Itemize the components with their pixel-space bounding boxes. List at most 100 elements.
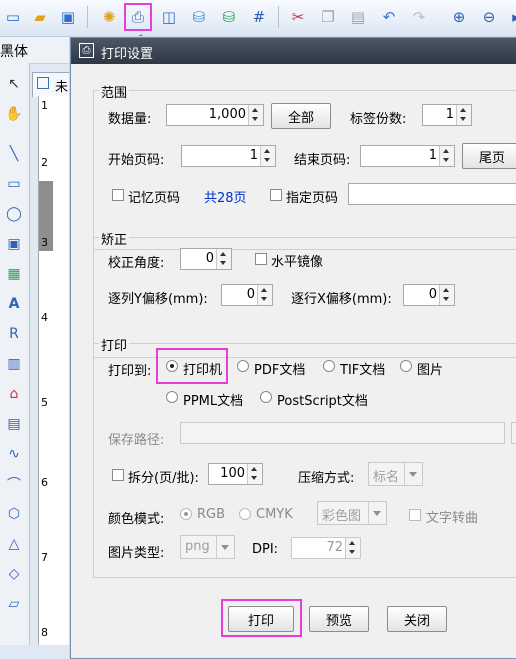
last-page-button[interactable]: 尾页 bbox=[462, 143, 516, 169]
database-icon[interactable]: ⛁ bbox=[188, 6, 210, 28]
redo-icon[interactable]: ↷ bbox=[408, 6, 430, 28]
triangle-icon[interactable]: △ bbox=[3, 533, 25, 555]
fit-icon[interactable]: ▸ bbox=[505, 6, 516, 28]
open-icon[interactable]: ▰ bbox=[29, 6, 51, 28]
new-icon[interactable]: ▭ bbox=[2, 6, 24, 28]
picture-icon[interactable]: ▦ bbox=[3, 263, 25, 285]
angle-input[interactable]: 0 bbox=[180, 248, 232, 270]
compress-select[interactable]: 标名 bbox=[368, 462, 423, 486]
image-icon[interactable]: ▣ bbox=[3, 233, 25, 255]
browse-path-button[interactable] bbox=[511, 422, 516, 444]
copy-icon[interactable]: ❐ bbox=[317, 6, 339, 28]
close-button[interactable]: 关闭 bbox=[387, 606, 447, 632]
arc-icon[interactable]: ⌒ bbox=[3, 473, 25, 495]
tool-column: ↖ ✋ ╲ ▭ ◯ ▣ ▦ A R ▥ ⌂ ▤ ∿ ⌒ ⬡ △ ◇ ▱ bbox=[0, 63, 30, 645]
qrcode-icon[interactable]: ⌂ bbox=[3, 383, 25, 405]
dialog-title: 打印设置 bbox=[101, 47, 154, 62]
data-refresh-icon[interactable]: ⛁ bbox=[218, 6, 240, 28]
spinner-arrows-icon[interactable] bbox=[260, 146, 275, 166]
spinner-arrows-icon[interactable] bbox=[257, 285, 272, 305]
cut-icon[interactable]: ✂ bbox=[287, 6, 309, 28]
line-icon[interactable]: ╲ bbox=[3, 143, 25, 165]
dialog-title-bar[interactable]: ⎙ 打印设置 bbox=[71, 38, 516, 64]
image-radio[interactable] bbox=[400, 360, 412, 372]
specify-page-checkbox[interactable] bbox=[270, 189, 282, 201]
end-page-input[interactable]: 1 bbox=[360, 145, 455, 167]
chevron-down-icon bbox=[216, 536, 234, 558]
select-icon[interactable]: ↖ bbox=[3, 73, 25, 95]
curve-icon[interactable]: ∿ bbox=[3, 443, 25, 465]
rectangle-icon[interactable]: ▭ bbox=[3, 173, 25, 195]
save-path-input[interactable] bbox=[180, 422, 505, 444]
copies-input[interactable]: 1 bbox=[422, 104, 472, 126]
start-page-label: 开始页码: bbox=[108, 153, 165, 168]
remember-page-checkbox[interactable] bbox=[112, 189, 124, 201]
paste-icon[interactable]: ▤ bbox=[347, 6, 369, 28]
spinner-arrows-icon[interactable] bbox=[439, 146, 454, 166]
spinner-arrows-icon[interactable] bbox=[216, 249, 231, 269]
all-button[interactable]: 全部 bbox=[271, 103, 331, 129]
settings-icon[interactable]: ✺ bbox=[98, 6, 120, 28]
print-preview-icon[interactable]: ◫ bbox=[158, 6, 180, 28]
split-value: 100 bbox=[220, 466, 245, 481]
copies-label: 标签份数: bbox=[350, 112, 407, 127]
preview-button[interactable]: 预览 bbox=[309, 606, 369, 632]
save-path-label: 保存路径: bbox=[108, 433, 165, 448]
color-mode-label: 颜色模式: bbox=[108, 512, 165, 527]
printer-radio[interactable] bbox=[166, 360, 178, 372]
ruler-label: 7 bbox=[41, 551, 48, 564]
specify-page-input[interactable] bbox=[348, 183, 516, 205]
row-offset-label: 逐行X偏移(mm): bbox=[291, 292, 392, 307]
text-to-curve-checkbox[interactable] bbox=[409, 509, 421, 521]
col-offset-label: 逐列Y偏移(mm): bbox=[108, 292, 208, 307]
start-page-input[interactable]: 1 bbox=[181, 145, 276, 167]
spinner-arrows-icon[interactable] bbox=[248, 105, 263, 125]
pan-icon[interactable]: ✋ bbox=[3, 103, 25, 125]
save-icon[interactable]: ▣ bbox=[57, 6, 79, 28]
tif-radio[interactable] bbox=[323, 360, 335, 372]
dpi-value: 72 bbox=[326, 540, 343, 555]
col-offset-value: 0 bbox=[246, 287, 255, 302]
color-type-value: 彩色图 bbox=[322, 509, 362, 524]
table-icon[interactable]: ▤ bbox=[3, 413, 25, 435]
remember-page-label: 记忆页码 bbox=[128, 191, 181, 206]
pdf-radio[interactable] bbox=[237, 360, 249, 372]
document-tab[interactable]: 未 bbox=[32, 72, 72, 97]
polygon-icon[interactable]: ⬡ bbox=[3, 503, 25, 525]
cmyk-radio[interactable] bbox=[239, 508, 251, 520]
col-offset-input[interactable]: 0 bbox=[221, 284, 273, 306]
data-count-input[interactable]: 1,000 bbox=[166, 104, 264, 126]
postscript-radio[interactable] bbox=[260, 391, 272, 403]
color-type-select[interactable]: 彩色图 bbox=[317, 501, 387, 525]
diamond-icon[interactable]: ◇ bbox=[3, 563, 25, 585]
ruler-label: 2 bbox=[41, 156, 48, 169]
split-input[interactable]: 100 bbox=[208, 463, 263, 485]
spinner-arrows-icon[interactable] bbox=[439, 285, 454, 305]
undo-icon[interactable]: ↶ bbox=[378, 6, 400, 28]
spinner-arrows-icon[interactable] bbox=[345, 538, 360, 558]
row-offset-input[interactable]: 0 bbox=[403, 284, 455, 306]
rgb-radio[interactable] bbox=[180, 508, 192, 520]
ellipse-icon[interactable]: ◯ bbox=[3, 203, 25, 225]
spinner-arrows-icon[interactable] bbox=[456, 105, 471, 125]
print-icon[interactable]: ⎙ bbox=[124, 3, 152, 31]
spinner-arrows-icon[interactable] bbox=[247, 464, 262, 484]
image-type-value: png bbox=[185, 539, 210, 554]
zoom-out-icon[interactable]: ⊖ bbox=[478, 6, 500, 28]
data-count-label: 数据量: bbox=[108, 112, 152, 127]
compress-label: 压缩方式: bbox=[298, 471, 355, 486]
split-checkbox[interactable] bbox=[112, 469, 124, 481]
font-name[interactable]: 黑体 bbox=[0, 41, 28, 61]
barcode-icon[interactable]: ▥ bbox=[3, 353, 25, 375]
print-button[interactable]: 打印 bbox=[228, 606, 294, 632]
zoom-in-icon[interactable]: ⊕ bbox=[448, 6, 470, 28]
parallelogram-icon[interactable]: ▱ bbox=[3, 593, 25, 615]
rich-text-icon[interactable]: R bbox=[3, 323, 25, 345]
image-type-select[interactable]: png bbox=[180, 535, 235, 559]
text-icon[interactable]: A bbox=[3, 293, 25, 315]
dpi-input[interactable]: 72 bbox=[291, 537, 361, 559]
ppml-radio[interactable] bbox=[166, 391, 178, 403]
grid-icon[interactable]: # bbox=[248, 6, 270, 28]
mirror-checkbox[interactable] bbox=[255, 253, 267, 265]
angle-value: 0 bbox=[205, 251, 214, 266]
